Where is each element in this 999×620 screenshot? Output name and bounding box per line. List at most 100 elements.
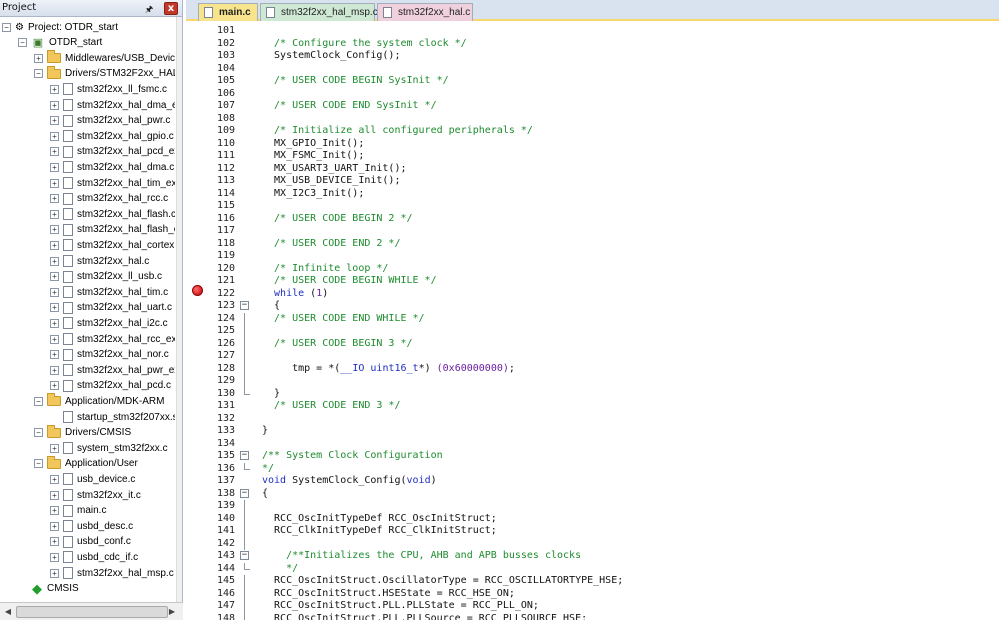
code-line[interactable]: 101 [186,25,999,38]
project-vertical-scrollbar[interactable] [176,17,182,602]
expand-icon[interactable]: + [50,537,59,547]
expand-icon[interactable]: + [50,350,59,360]
tree-item[interactable]: + stm32f2xx_hal_pwr_ex [50,362,175,378]
expand-icon[interactable]: + [50,209,59,219]
code-line[interactable]: 117 [186,225,999,238]
tree-item[interactable]: − Application/User [34,455,138,472]
tree-item[interactable]: + stm32f2xx_hal_i2c.c [50,315,168,331]
tree-item[interactable]: + stm32f2xx_hal.c [50,253,149,269]
expand-icon[interactable]: + [50,474,59,484]
tree-item[interactable]: + stm32f2xx_hal_gpio.c [50,128,174,144]
code-line[interactable]: 118 /* USER CODE END 2 */ [186,238,999,251]
tree-item[interactable]: + stm32f2xx_hal_dma_ex [50,97,175,113]
code-line[interactable]: 103 SystemClock_Config(); [186,50,999,63]
expand-icon[interactable]: + [50,256,59,266]
expand-icon[interactable]: + [50,100,59,110]
tree-item[interactable]: + stm32f2xx_hal_msp.c [50,565,174,581]
code-line[interactable]: 130 } [186,387,999,401]
expand-icon[interactable]: + [50,116,59,126]
code-line[interactable]: 128 tmp = *(__IO uint16_t*) (0x60000000)… [186,362,999,375]
code-line[interactable]: 109 /* Initialize all configured periphe… [186,125,999,138]
expand-icon[interactable]: + [50,147,59,157]
collapse-icon[interactable]: − [34,69,43,79]
code-line[interactable]: 132 [186,413,999,426]
expand-icon[interactable]: + [50,178,59,188]
code-line[interactable]: 104 [186,63,999,76]
tree-item[interactable]: + stm32f2xx_hal_uart.c [50,300,172,316]
code-line[interactable]: 102 /* Configure the system clock */ [186,38,999,51]
tree-item[interactable]: + usbd_conf.c [50,534,131,550]
fold-collapse-icon[interactable]: − [240,451,249,460]
expand-icon[interactable]: + [50,240,59,250]
expand-icon[interactable]: + [50,490,59,500]
scrollbar-thumb[interactable] [16,606,168,618]
code-line[interactable]: 134 [186,438,999,451]
code-line[interactable]: 125 [186,325,999,338]
code-line[interactable]: 121 /* USER CODE BEGIN WHILE */ [186,275,999,288]
expand-icon[interactable]: + [50,272,59,282]
expand-icon[interactable]: + [50,552,59,562]
code-line[interactable]: 131 /* USER CODE END 3 */ [186,400,999,413]
expand-icon[interactable]: + [50,225,59,235]
tree-item[interactable]: + stm32f2xx_hal_rcc.c [50,191,168,207]
code-line[interactable]: 137 void SystemClock_Config(void) [186,475,999,488]
code-line[interactable]: 115 [186,200,999,213]
code-line[interactable]: 108 [186,113,999,126]
project-horizontal-scrollbar[interactable]: ◀ ▶ [0,602,183,620]
scroll-left-icon[interactable]: ◀ [1,605,15,619]
code-line[interactable]: 106 [186,88,999,101]
tree-item[interactable]: + stm32f2xx_hal_nor.c [50,347,169,363]
expand-icon[interactable]: + [50,131,59,141]
tree-item[interactable]: + stm32f2xx_hal_cortex. [50,237,175,253]
expand-icon[interactable]: + [50,303,59,313]
code-line[interactable]: 139 [186,500,999,513]
expand-icon[interactable]: + [50,568,59,578]
tree-item[interactable]: − ▣ OTDR_start [18,35,102,51]
tree-item[interactable]: + stm32f2xx_hal_flash.c [50,206,175,222]
fold-collapse-icon[interactable]: − [240,488,249,498]
code-line[interactable]: 112 MX_USART3_UART_Init(); [186,163,999,176]
code-line[interactable]: 116 /* USER CODE BEGIN 2 */ [186,213,999,226]
code-line[interactable]: 123− { [186,300,999,313]
tree-item[interactable]: + usb_device.c [50,471,135,487]
expand-icon[interactable]: + [50,194,59,204]
code-line[interactable]: 105 /* USER CODE BEGIN SysInit */ [186,75,999,88]
tree-item[interactable]: + stm32f2xx_hal_tim.c [50,284,168,300]
collapse-icon[interactable]: − [34,396,43,406]
code-line[interactable]: 113 MX_USB_DEVICE_Init(); [186,175,999,188]
collapse-icon[interactable]: − [34,428,43,438]
code-line[interactable]: 142 [186,537,999,550]
code-line[interactable]: 148 RCC_OscInitStruct.PLL.PLLSource = RC… [186,612,999,620]
tree-item[interactable]: + main.c [50,503,106,519]
tab-main-c[interactable]: main.c [198,3,258,21]
code-line[interactable]: 135− /** System Clock Configuration [186,450,999,463]
fold-collapse-icon[interactable]: − [240,301,249,310]
scroll-right-icon[interactable]: ▶ [165,605,179,619]
tab-stm32f2xx-hal-c[interactable]: stm32f2xx_hal.c [377,3,473,21]
code-line[interactable]: 120 /* Infinite loop */ [186,263,999,276]
tree-item[interactable]: + usbd_desc.c [50,518,133,534]
expand-icon[interactable]: + [50,381,59,391]
code-line[interactable]: 141 RCC_ClkInitTypeDef RCC_ClkInitStruct… [186,525,999,538]
code-line[interactable]: 138− { [186,488,999,501]
tree-item[interactable]: + Middlewares/USB_Device_ [34,50,175,66]
expand-icon[interactable]: + [50,162,59,172]
tree-item[interactable]: + stm32f2xx_hal_pcd.c [50,378,171,394]
tree-item[interactable]: + stm32f2xx_hal_pcd_ex [50,144,175,160]
expand-icon[interactable]: + [50,521,59,531]
tree-item[interactable]: + stm32f2xx_ll_usb.c [50,269,162,285]
tree-item[interactable]: + stm32f2xx_hal_flash_e [50,222,175,238]
tree-item[interactable]: + stm32f2xx_hal_rcc_ex. [50,331,175,347]
collapse-icon[interactable]: − [18,38,27,48]
tree-item[interactable]: ◆ CMSIS [18,581,79,597]
tree-item[interactable]: + stm32f2xx_hal_dma.c [50,159,174,175]
fold-collapse-icon[interactable]: − [240,551,249,560]
code-line[interactable]: 126 /* USER CODE BEGIN 3 */ [186,337,999,350]
tree-item[interactable]: + stm32f2xx_ll_fsmc.c [50,81,167,97]
code-line[interactable]: 129 [186,375,999,388]
code-line[interactable]: 146 RCC_OscInitStruct.HSEState = RCC_HSE… [186,587,999,600]
code-editor[interactable]: 101 102 /* Configure the system clock */1… [186,21,999,620]
code-line[interactable]: 133} [186,425,999,438]
collapse-icon[interactable]: − [2,22,11,32]
expand-icon[interactable]: + [50,443,59,453]
